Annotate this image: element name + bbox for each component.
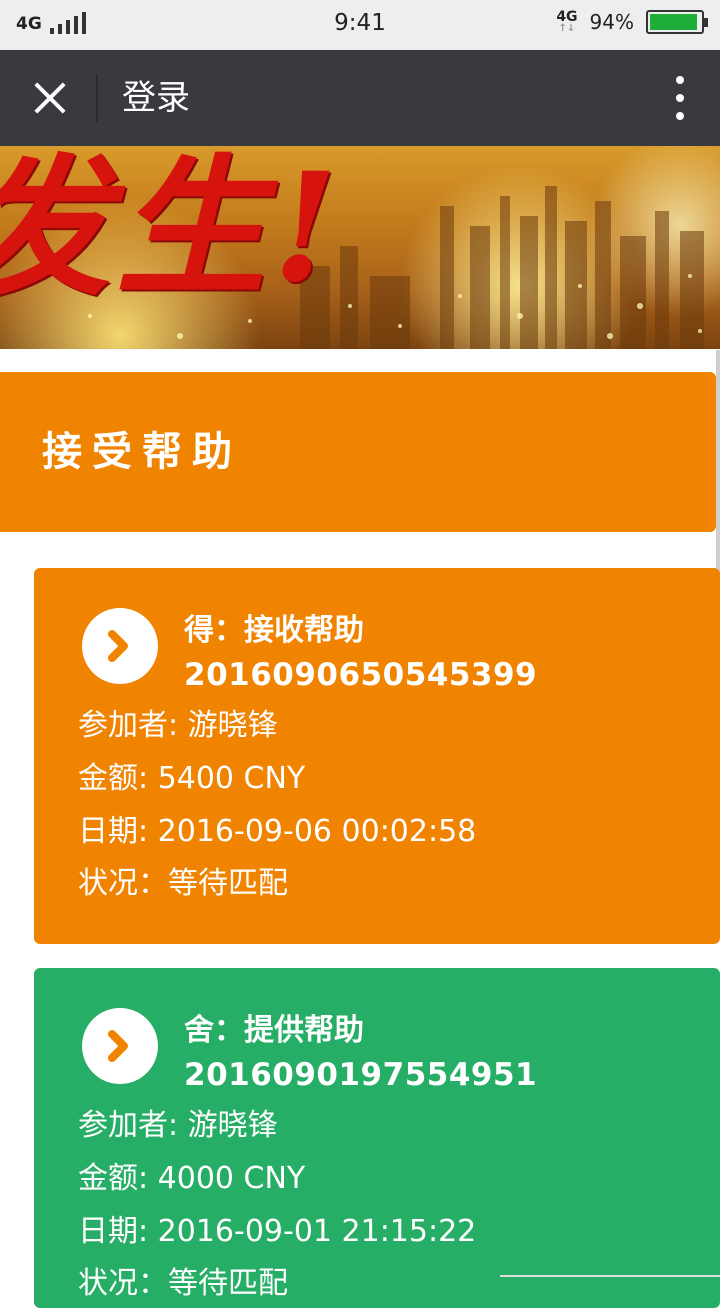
card-amount: 金额: 4000 CNY — [78, 1161, 306, 1196]
card-status: 状况：等待匹配 — [78, 1266, 288, 1301]
status-bar: 4G 9:41 4G ↑↓ 94% — [0, 0, 720, 50]
help-record-card[interactable]: 得：接收帮助 2016090650545399 参加者: 游晓锋 金额: 540… — [34, 568, 720, 944]
chevron-right-icon[interactable] — [82, 608, 158, 684]
card-heading: 舍：提供帮助 — [184, 1013, 364, 1048]
card-status: 状况：等待匹配 — [78, 866, 288, 901]
banner-image: 发生! — [0, 146, 720, 349]
card-order-number: 2016090197554951 — [184, 1057, 538, 1093]
battery-fill — [650, 14, 697, 30]
data-network-icon: 4G ↑↓ — [556, 9, 578, 34]
card-participant: 参加者: 游晓锋 — [78, 708, 278, 743]
status-right: 4G ↑↓ 94% — [556, 9, 708, 34]
section-header: 接受帮助 — [0, 372, 716, 532]
chevron-right-icon[interactable] — [82, 1008, 158, 1084]
battery-icon — [646, 10, 708, 34]
nav-bar: 登录 — [0, 50, 720, 146]
home-indicator — [500, 1275, 720, 1277]
card-participant: 参加者: 游晓锋 — [78, 1108, 278, 1143]
card-heading: 得：接收帮助 — [184, 613, 364, 648]
card-date: 日期: 2016-09-01 21:15:22 — [78, 1214, 477, 1249]
banner-slogan: 发生! — [0, 146, 344, 316]
card-order-number: 2016090650545399 — [184, 657, 538, 693]
close-icon[interactable] — [26, 74, 74, 122]
nav-divider — [96, 74, 98, 122]
help-record-card[interactable]: 舍：提供帮助 2016090197554951 参加者: 游晓锋 金额: 400… — [34, 968, 720, 1308]
section-title: 接受帮助 — [42, 429, 242, 475]
battery-percent: 94% — [589, 10, 634, 34]
page-title: 登录 — [122, 78, 190, 118]
card-date: 日期: 2016-09-06 00:02:58 — [78, 814, 477, 849]
more-vertical-icon[interactable] — [670, 76, 690, 120]
card-amount: 金额: 5400 CNY — [78, 761, 306, 796]
